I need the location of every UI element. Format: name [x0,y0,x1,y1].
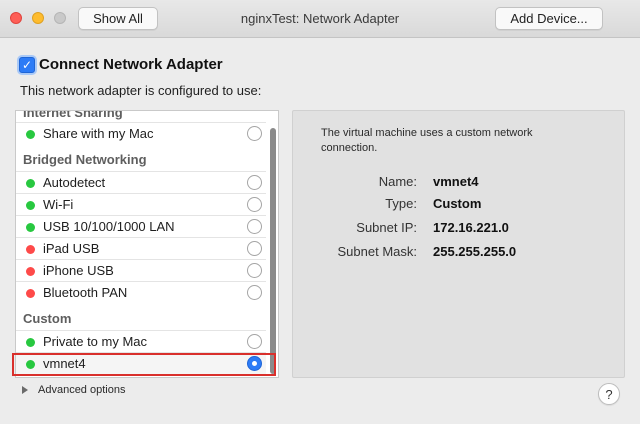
detail-name-label: Name: [378,174,417,189]
list-item-label: USB 10/100/1000 LAN [43,219,175,234]
network-description: The virtual machine uses a custom networ… [321,127,533,154]
list-item-label: iPad USB [43,241,100,256]
list-item-label: Wi-Fi [43,197,74,212]
checkmark-icon: ✓ [21,57,33,72]
radio-button[interactable] [247,285,262,300]
radio-button[interactable] [247,175,262,190]
list-item-wifi[interactable]: Wi-Fi [16,193,266,215]
selection-highlight-box [12,353,276,376]
detail-subnet-mask-label: Subnet Mask: [337,244,418,259]
status-green-icon [26,179,35,188]
radio-button[interactable] [247,334,262,349]
list-item-ipad-usb[interactable]: iPad USB [16,237,266,259]
list-item-label: Autodetect [43,175,106,190]
list-item-bluetooth-pan[interactable]: Bluetooth PAN [16,281,266,303]
detail-subnet-ip-label: Subnet IP: [356,220,417,235]
network-list: Internet Sharing Share with my Mac Bridg… [15,110,279,378]
show-all-button[interactable]: Show All [78,7,158,30]
list-item-label: iPhone USB [43,263,114,278]
list-item-share-with-my-mac[interactable]: Share with my Mac [16,122,266,144]
details-panel: The virtual machine uses a custom networ… [292,110,625,378]
status-green-icon [26,223,35,232]
status-red-icon [26,245,35,254]
disclosure-triangle-icon[interactable] [22,386,28,394]
group-header-internet-sharing: Internet Sharing [23,110,123,120]
list-item-usb-lan[interactable]: USB 10/100/1000 LAN [16,215,266,237]
connect-adapter-checkbox[interactable]: ✓ [19,56,35,73]
connect-adapter-row[interactable]: ✓ Connect Network Adapter [19,56,223,73]
minimize-window-button[interactable] [32,12,44,24]
status-red-icon [26,267,35,276]
status-red-icon [26,289,35,298]
zoom-window-button[interactable] [54,12,66,24]
list-item-label: Bluetooth PAN [43,285,128,300]
title-bar: Show All nginxTest: Network Adapter Add … [0,0,640,38]
advanced-options-label[interactable]: Advanced options [38,384,125,396]
list-item-autodetect[interactable]: Autodetect [16,171,266,193]
scrollbar-thumb[interactable] [270,128,276,374]
radio-button[interactable] [247,219,262,234]
add-device-button[interactable]: Add Device... [495,7,603,30]
status-green-icon [26,201,35,210]
group-header-custom: Custom [23,311,72,326]
detail-type-value: Custom [433,196,482,211]
advanced-options-toggle[interactable]: Advanced options [22,384,125,396]
radio-button[interactable] [247,197,262,212]
list-item-label: Private to my Mac [43,334,148,349]
list-scrollbar[interactable] [267,111,278,377]
status-green-icon [26,130,35,139]
status-green-icon [26,338,35,347]
list-item-label: Share with my Mac [43,126,154,141]
close-window-button[interactable] [10,12,22,24]
list-item-private-to-my-mac[interactable]: Private to my Mac [16,330,266,352]
radio-button[interactable] [247,241,262,256]
radio-button[interactable] [247,263,262,278]
detail-subnet-ip-value: 172.16.221.0 [433,220,509,235]
detail-type-label: Type: [385,196,417,211]
list-item-iphone-usb[interactable]: iPhone USB [16,259,266,281]
help-button[interactable]: ? [598,383,620,405]
detail-name-value: vmnet4 [433,174,479,189]
radio-button[interactable] [247,126,262,141]
group-header-bridged: Bridged Networking [23,152,147,167]
configured-text: This network adapter is configured to us… [20,83,262,98]
detail-subnet-mask-value: 255.255.255.0 [433,244,517,259]
connect-adapter-label[interactable]: Connect Network Adapter [39,56,223,73]
